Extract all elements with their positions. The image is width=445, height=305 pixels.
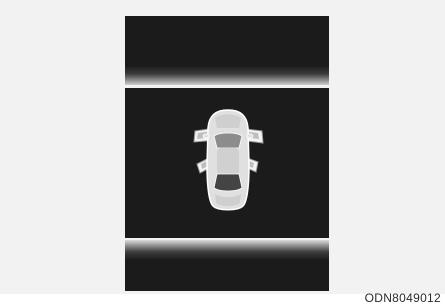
figure-panel [0,0,445,294]
figure-frame: ODN8049012 [0,0,445,305]
display-top-band [125,66,329,86]
car-body-icon [202,109,254,211]
display-top-divider [125,85,329,88]
cluster-display-screen [125,16,329,291]
display-bottom-band [125,240,329,260]
figure-code: ODN8049012 [364,291,441,305]
car-top-view-doors-open-icon [193,109,264,211]
